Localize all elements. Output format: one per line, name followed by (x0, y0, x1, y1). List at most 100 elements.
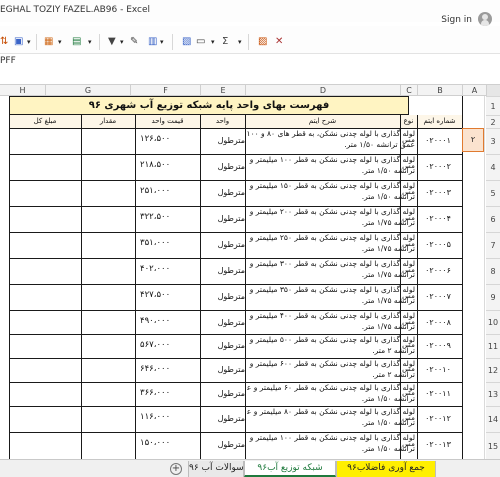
item-description[interactable]: ترانشه ۱/۵۰ متر. (247, 418, 415, 427)
item-unit[interactable]: مترطول (205, 292, 245, 301)
filter-icon[interactable]: ▼ (108, 36, 116, 48)
dropdown-icon[interactable]: ▾ (160, 36, 164, 48)
item-description[interactable]: ترانشه ۱/۷۵ متر. (247, 296, 415, 305)
item-price[interactable]: ۲۵۱،۰۰۰ (140, 186, 198, 196)
item-description[interactable]: لوله گذاری با لوله چدنی نشکن به قطر ۲۵۰ … (247, 233, 415, 242)
item-unit[interactable]: مترطول (205, 136, 245, 145)
item-description[interactable]: ترانشه ۲ متر. (247, 346, 415, 355)
item-code[interactable]: ۰۲۰۰۱۱ (418, 389, 458, 398)
item-description[interactable]: لوله گذاری با لوله چدنی نشکن به قطر ۳۰۰ … (247, 259, 415, 268)
item-description[interactable]: لوله گذاری با لوله چدنی نشکن به قطر ۱۵۰ … (247, 181, 415, 190)
item-description[interactable]: لوله گذاری با لوله چدنی نشکن به قطر ۸۰ م… (247, 407, 415, 416)
column-header[interactable]: A (462, 85, 486, 96)
column-header[interactable]: H (0, 85, 45, 96)
item-price[interactable]: ۴۹۰،۰۰۰ (140, 316, 198, 326)
item-code[interactable]: ۰۲۰۰۰۱ (418, 136, 458, 145)
item-price[interactable]: ۱۱۶،۰۰۰ (140, 412, 198, 422)
chart-icon[interactable]: ▥ (148, 36, 157, 48)
format-icon[interactable]: ✎ (130, 36, 138, 48)
item-description[interactable]: لوله گذاری با لوله چدنی نشکن، به قطر های… (247, 129, 415, 138)
item-description[interactable]: ترانشه ۱/۵۰ متر. (247, 166, 415, 175)
item-description[interactable]: لوله گذاری با لوله چدنی نشکن به قطر ۳۵۰ … (247, 285, 415, 294)
sign-in-link[interactable]: Sign in (441, 15, 472, 25)
row-header[interactable]: 11 (486, 334, 500, 358)
item-unit[interactable]: مترطول (205, 365, 245, 374)
item-type[interactable]: مس (401, 389, 416, 397)
select-all-corner[interactable] (486, 85, 500, 96)
item-code[interactable]: ۰۲۰۰۰۲ (418, 162, 458, 171)
item-type[interactable]: مس (401, 240, 416, 248)
sum-icon[interactable]: Σ (222, 36, 228, 48)
item-price[interactable]: ۳۶۶،۰۰۰ (140, 388, 198, 398)
item-price[interactable]: ۳۲۲،۵۰۰ (140, 212, 198, 222)
item-description[interactable]: ترانشه ۱/۷۵ متر. (247, 218, 415, 227)
header-price[interactable]: قیمت واحد (135, 115, 200, 128)
column-header[interactable]: E (200, 85, 245, 96)
item-code[interactable]: ۰۲۰۰۰۸ (418, 318, 458, 327)
sheet-tab-active[interactable]: شبکه توزیع آب۹۶ (244, 461, 336, 477)
row-header[interactable]: 4 (486, 154, 500, 180)
row-header[interactable]: 14 (486, 406, 500, 432)
item-description[interactable]: لوله گذاری با لوله چدنی نشکن به قطر ۱۰۰ … (247, 433, 415, 442)
row-header[interactable]: 2 (486, 115, 500, 128)
column-header[interactable]: C (400, 85, 417, 96)
item-description[interactable]: لوله گذاری با لوله چدنی نشکن به قطر ۲۰۰ … (247, 207, 415, 216)
macro-icon[interactable]: ▨ (258, 36, 267, 48)
item-price[interactable]: ۲۱۸،۵۰۰ (140, 160, 198, 170)
item-description[interactable]: ترانشه ۱/۷۵ متر. (247, 322, 415, 331)
item-type[interactable]: مس (401, 318, 416, 326)
add-sheet-button[interactable]: + (170, 463, 182, 475)
item-code[interactable]: ۰۲۰۰۰۶ (418, 266, 458, 275)
row-header[interactable]: 12 (486, 358, 500, 382)
item-type[interactable]: مس (401, 136, 416, 144)
row-header[interactable]: 8 (486, 258, 500, 284)
row-header[interactable]: 10 (486, 310, 500, 334)
header-qty[interactable]: مقدار (81, 115, 135, 128)
column-header[interactable]: G (45, 85, 130, 96)
item-type[interactable]: مس (401, 188, 416, 196)
item-code[interactable]: ۰۲۰۰۱۳ (418, 440, 458, 449)
item-description[interactable]: ترانشه ۱/۷۵ متر. (247, 270, 415, 279)
header-code[interactable]: شماره ایتم (417, 115, 462, 128)
find-icon[interactable]: ▣ (14, 36, 23, 48)
item-type[interactable]: مس (401, 365, 416, 373)
header-total[interactable]: مبلغ کل (9, 115, 81, 128)
item-unit[interactable]: مترطول (205, 440, 245, 449)
row-header[interactable]: 9 (486, 284, 500, 310)
row-header[interactable]: 7 (486, 232, 500, 258)
item-unit[interactable]: مترطول (205, 318, 245, 327)
header-desc[interactable]: شرح ایتم (245, 115, 400, 128)
item-description[interactable]: لوله گذاری با لوله چدنی نشکن به قطر ۶۰ م… (247, 383, 415, 392)
item-code[interactable]: ۰۲۰۰۱۰ (418, 365, 458, 374)
dropdown-icon[interactable]: ▾ (120, 36, 124, 48)
header-unit[interactable]: واحد (200, 115, 245, 128)
column-header[interactable]: D (245, 85, 400, 96)
header-type[interactable]: نوع (400, 115, 417, 128)
item-price[interactable]: ۶۴۶،۰۰۰ (140, 364, 198, 374)
item-type[interactable]: مس (401, 414, 416, 422)
item-code[interactable]: ۰۲۰۰۱۲ (418, 414, 458, 423)
item-description[interactable]: ترانشه ۲ متر. (247, 370, 415, 379)
item-type[interactable]: مس (401, 341, 416, 349)
dropdown-icon[interactable]: ▾ (211, 36, 215, 48)
dropdown-icon[interactable]: ▾ (88, 36, 92, 48)
item-description[interactable]: لوله گذاری با لوله چدنی نشکن به قطر ۶۰۰ … (247, 359, 415, 368)
item-code[interactable]: ۰۲۰۰۰۹ (418, 341, 458, 350)
selected-cell[interactable]: ۲ (462, 128, 484, 152)
item-price[interactable]: ۳۵۱،۰۰۰ (140, 238, 198, 248)
item-description[interactable]: لوله گذاری با لوله چدنی نشکن به قطر ۱۰۰ … (247, 155, 415, 164)
item-price[interactable]: ۱۵۰،۰۰۰ (140, 438, 198, 448)
item-unit[interactable]: مترطول (205, 389, 245, 398)
paint-icon[interactable]: ▦ (44, 36, 53, 48)
sort-icon[interactable]: ⇅ (0, 36, 8, 48)
item-type[interactable]: مس (401, 162, 416, 170)
item-price[interactable]: ۴۰۲،۰۰۰ (140, 264, 198, 274)
item-description[interactable]: ترانشه ۱/۷۵ متر. (247, 244, 415, 253)
item-type[interactable]: مس (401, 266, 416, 274)
row-header[interactable]: 5 (486, 180, 500, 206)
item-type[interactable]: مس (401, 214, 416, 222)
avatar[interactable] (478, 12, 492, 26)
item-description[interactable]: لوله گذاری با لوله چدنی نشکن به قطر ۵۰۰ … (247, 335, 415, 344)
column-header[interactable]: F (130, 85, 200, 96)
item-unit[interactable]: مترطول (205, 266, 245, 275)
